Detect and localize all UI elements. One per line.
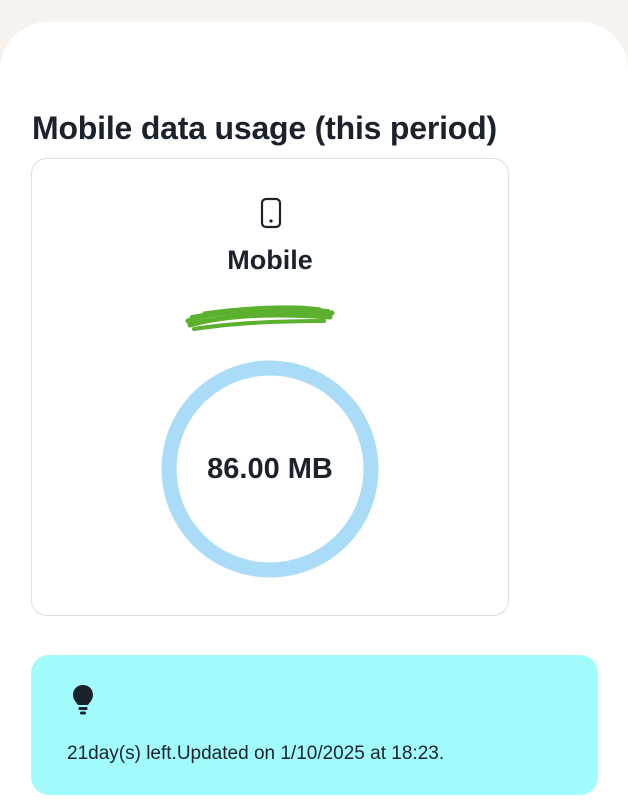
line-label: Mobile [227, 245, 313, 275]
page-title: Mobile data usage (this period) [32, 110, 497, 146]
phone-icon [260, 197, 282, 229]
mobile-usage-card[interactable]: Mobile 86.00 MB [31, 158, 509, 616]
redaction-scribble [185, 305, 335, 331]
lightbulb-icon [73, 685, 93, 715]
usage-value: 86.00 MB [207, 453, 333, 485]
info-text: 21day(s) left.Updated on 1/10/2025 at 18… [67, 743, 445, 764]
bottom-sheet: Mobile data usage (this period) Mobile 8… [0, 22, 628, 800]
usage-ring: 86.00 MB [160, 359, 380, 579]
info-banner: 21day(s) left.Updated on 1/10/2025 at 18… [31, 655, 598, 795]
